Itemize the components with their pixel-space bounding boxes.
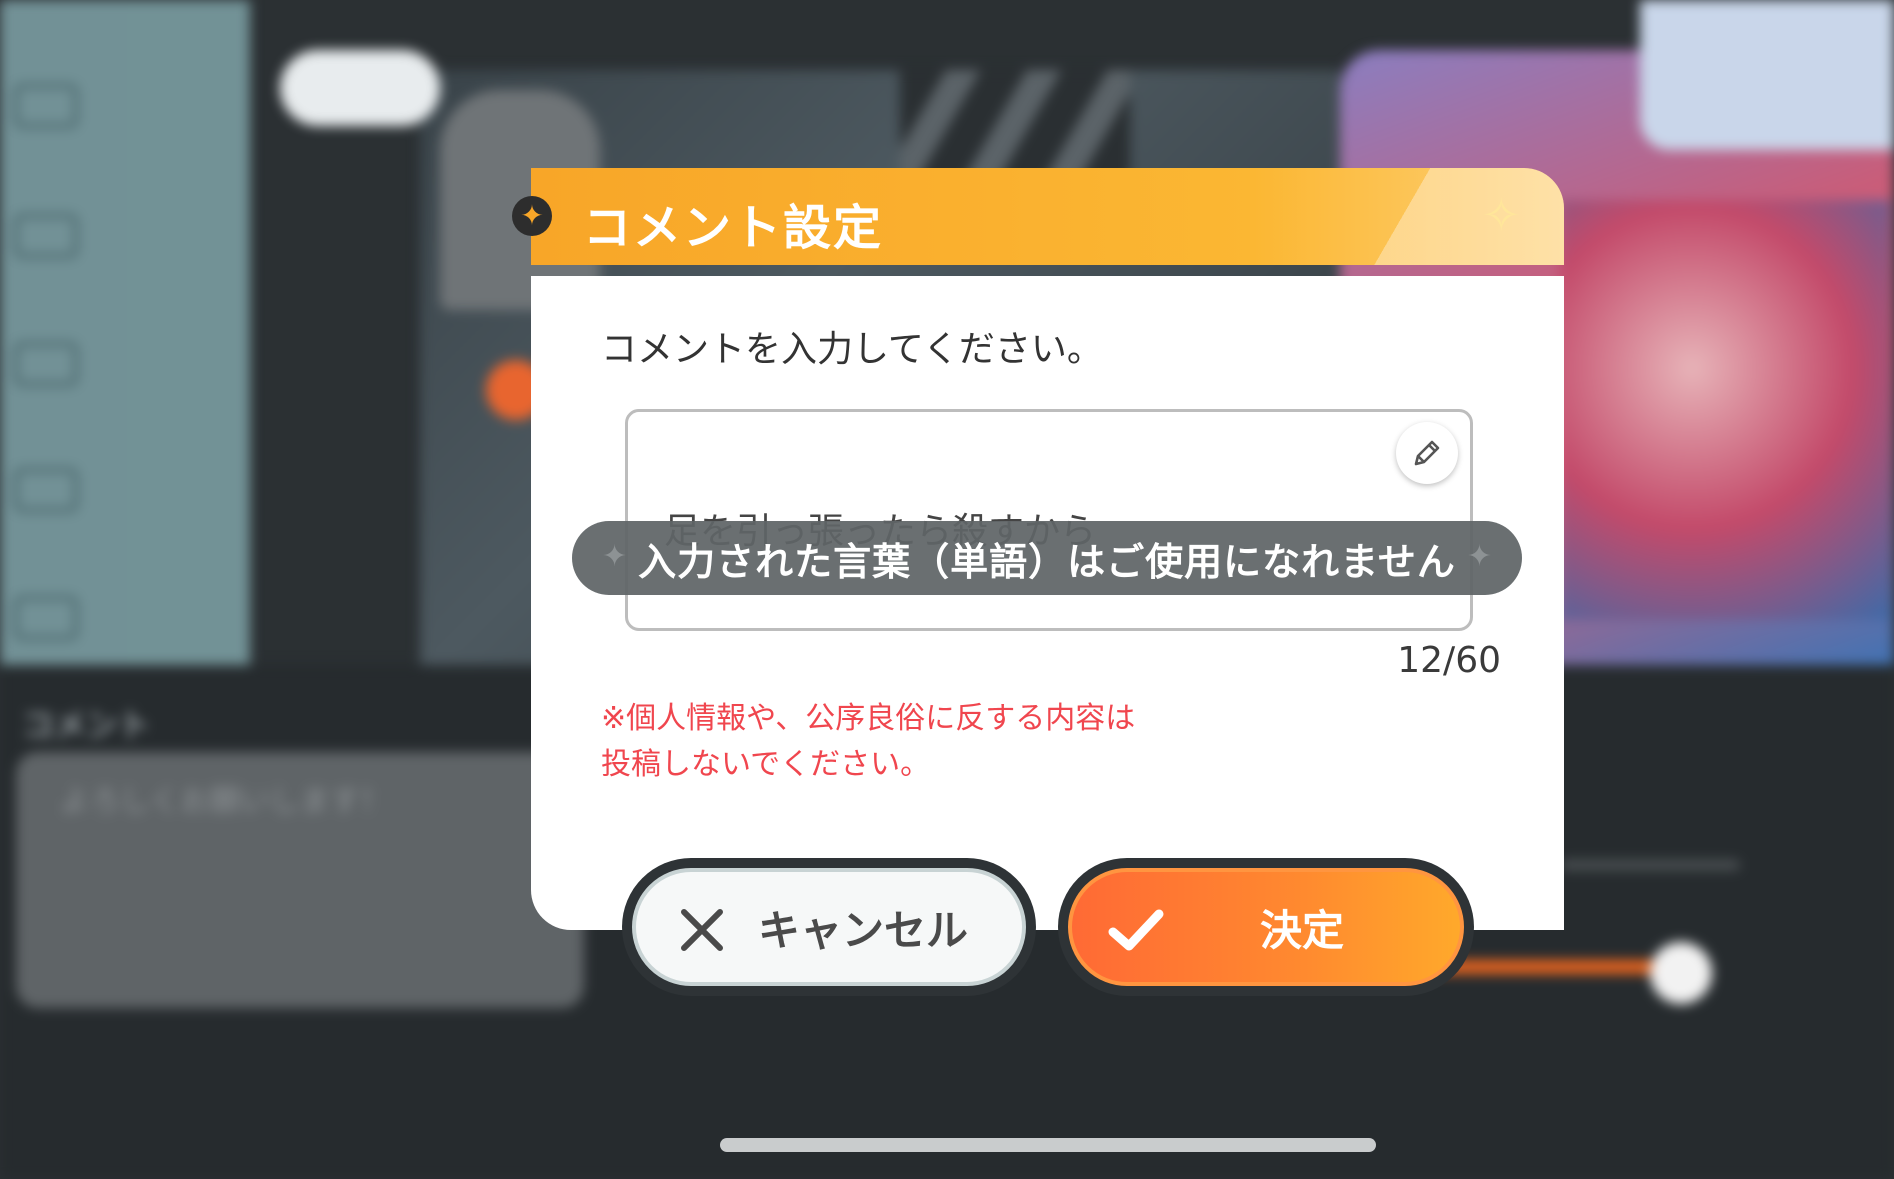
- comment-input[interactable]: 足を引っ張ったら殺すから: [625, 409, 1473, 631]
- background-sidebar-item: [14, 76, 244, 136]
- background-sidebar: [0, 0, 250, 665]
- dialog-header: コメント設定: [531, 168, 1564, 265]
- close-icon: [681, 909, 723, 951]
- edit-button[interactable]: [1396, 422, 1458, 484]
- character-counter: 12/60: [1397, 640, 1501, 681]
- sparkle-icon: ✧: [1482, 188, 1521, 242]
- check-icon: [1108, 909, 1164, 951]
- comment-dialog: コメントを入力してください。 足を引っ張ったら殺すから 12/60 ※個人情報や…: [531, 276, 1564, 930]
- dialog-title: コメント設定: [583, 200, 884, 256]
- pencil-icon: [1414, 440, 1440, 466]
- home-indicator[interactable]: [720, 1138, 1376, 1152]
- cancel-button[interactable]: キャンセル: [632, 868, 1026, 986]
- background-sidebar-item: [14, 588, 244, 648]
- background-character-face: [1560, 200, 1890, 620]
- background-slider: [1430, 960, 1680, 974]
- background-sidebar-item: [14, 334, 244, 394]
- toast-message: 入力された言葉（単語）はご使用になれません: [638, 539, 1456, 584]
- star-icon: ✦: [512, 196, 552, 236]
- warning-line-2: 投稿しないでください。: [601, 747, 931, 782]
- warning-text: ※個人情報や、公序良俗に反する内容は 投稿しないでください。: [601, 696, 1135, 788]
- background-sidebar-item: [14, 460, 244, 520]
- ok-button[interactable]: 決定: [1068, 868, 1464, 986]
- ok-button-label: 決定: [1260, 905, 1345, 955]
- warning-line-1: ※個人情報や、公序良俗に反する内容は: [601, 701, 1136, 736]
- cancel-button-label: キャンセル: [758, 905, 969, 955]
- sparkle-icon: ✦: [1466, 539, 1492, 574]
- background-sidebar-item: [14, 206, 244, 266]
- dialog-prompt: コメントを入力してください。: [601, 329, 1103, 370]
- background-comment-label: コメント: [22, 706, 151, 744]
- background-pill-button: [280, 50, 440, 126]
- sparkle-icon: ✦: [602, 539, 628, 574]
- background-slider-track: [1560, 860, 1740, 870]
- error-toast: ✦ 入力された言葉（単語）はご使用になれません ✦: [572, 521, 1522, 595]
- background-top-buttons: [1640, 0, 1894, 150]
- background-slider-knob: [1650, 942, 1712, 1004]
- header-sheen: [1314, 168, 1564, 265]
- background-comment-text: よろしくお願いします！: [60, 784, 390, 819]
